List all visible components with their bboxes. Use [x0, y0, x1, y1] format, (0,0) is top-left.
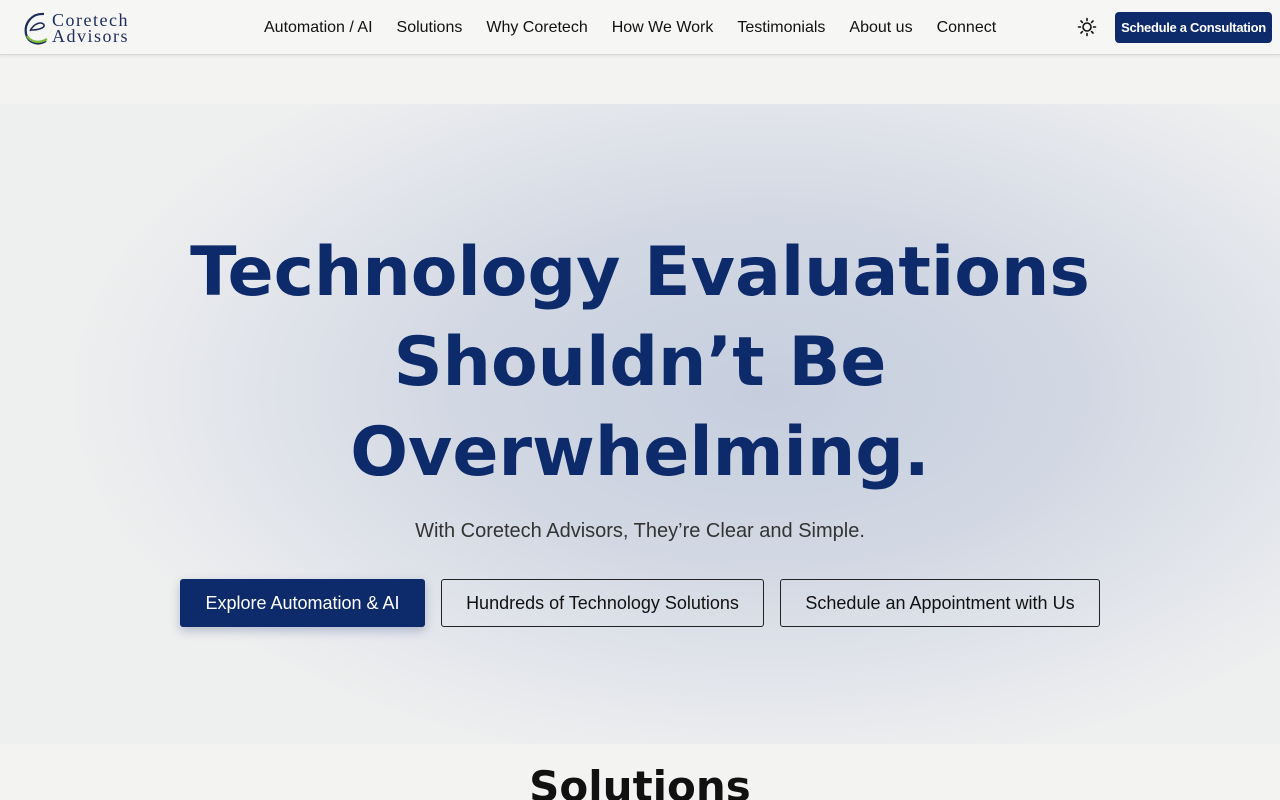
technology-solutions-button[interactable]: Hundreds of Technology Solutions: [441, 579, 764, 627]
nav-item-testimonials[interactable]: Testimonials: [737, 19, 825, 37]
nav-item-automation-ai[interactable]: Automation / AI: [264, 19, 373, 37]
hero-section: Technology Evaluations Shouldn’t Be Over…: [0, 104, 1280, 744]
nav-item-how-we-work[interactable]: How We Work: [612, 19, 714, 37]
explore-automation-ai-button[interactable]: Explore Automation & AI: [180, 579, 425, 627]
nav-item-solutions[interactable]: Solutions: [397, 19, 463, 37]
main-nav: Automation / AI Solutions Why Coretech H…: [252, 0, 1008, 55]
hero-title-line-3: Overwhelming.: [350, 413, 930, 492]
logo-swirl-icon: [24, 12, 48, 45]
hero-title-line-1: Technology Evaluations: [190, 233, 1090, 312]
site-header: Coretech Advisors Automation / AI Soluti…: [0, 0, 1280, 55]
nav-item-why-coretech[interactable]: Why Coretech: [486, 19, 587, 37]
hero-title: Technology Evaluations Shouldn’t Be Over…: [0, 228, 1280, 498]
theme-toggle-button[interactable]: [1076, 16, 1098, 38]
logo-line-2: Advisors: [52, 26, 130, 46]
hero-title-line-2: Shouldn’t Be: [393, 323, 887, 402]
nav-item-about-us[interactable]: About us: [849, 19, 912, 37]
logo-wordmark: Coretech Advisors: [52, 11, 130, 46]
schedule-consultation-button[interactable]: Schedule a Consultation: [1115, 12, 1272, 43]
schedule-appointment-button[interactable]: Schedule an Appointment with Us: [780, 579, 1100, 627]
sun-icon: [1077, 17, 1097, 37]
hero-subtitle: With Coretech Advisors, They’re Clear an…: [415, 520, 865, 542]
solutions-section-title: Solutions: [529, 762, 751, 800]
coretech-logo[interactable]: Coretech Advisors: [22, 9, 144, 47]
nav-item-connect[interactable]: Connect: [937, 19, 997, 37]
